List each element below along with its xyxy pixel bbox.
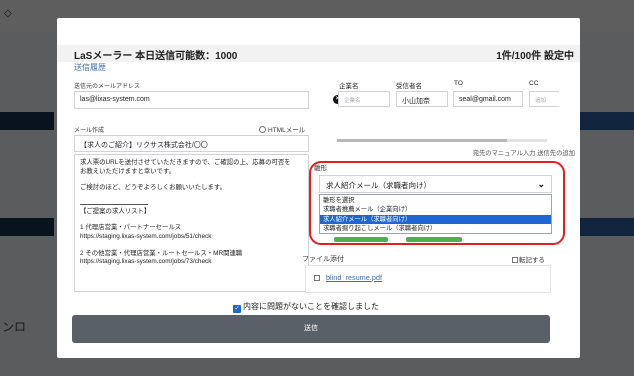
mailer-modal: LaSメーラー 本日送信可能数：1000 1件/100件 設定中 送信履歴 送信… [57, 18, 580, 358]
tenki-checkbox[interactable]: 転記する [512, 254, 545, 264]
attachment-filename[interactable]: blind_resume.pdf [326, 273, 382, 282]
tag-chip [406, 237, 462, 242]
highlight-annotation [309, 161, 565, 245]
mail-body-line [80, 193, 303, 201]
mail-body-line: ご検討のほど、どうぞよろしくお願いいたします。 [80, 184, 227, 192]
tag-chip [334, 237, 388, 242]
body-divider [80, 203, 148, 205]
sender-label: 送信元のメールアドレス [74, 84, 141, 90]
confirm-label: 内容に問題がないことを確認しました [243, 302, 379, 311]
company-input[interactable]: 企業名 [338, 91, 390, 107]
attachment-list: blind_resume.pdf [305, 265, 551, 293]
column-to: TO [454, 80, 463, 87]
column-recipient: 受信者名 [396, 83, 422, 90]
send-button[interactable]: 送信 [72, 315, 550, 343]
recipients-scrollbar-thumb[interactable] [337, 139, 507, 142]
checkbox-icon [512, 257, 518, 263]
recipient-links[interactable]: 宛先のマニュアル入力 送信先の追加 [473, 148, 575, 157]
recipient-name-input[interactable]: 小山加奈 [396, 91, 448, 107]
sender-email-field[interactable]: las@lixas-system.com [74, 91, 309, 109]
subject-field[interactable]: 【求人のご紹介】リクサス株式会社/〇〇 [74, 135, 309, 152]
html-mail-label: HTMLメール [268, 127, 306, 134]
attachment-label: ファイル添付 [302, 256, 344, 263]
html-mail-toggle[interactable]: HTMLメール [259, 124, 305, 134]
send-history-link[interactable]: 送信履歴 [74, 62, 106, 73]
mail-body-line: https://staging.lixas-system.com/jobs/51… [80, 232, 212, 240]
checkbox-icon[interactable] [314, 275, 320, 281]
column-cc: CC [529, 80, 539, 87]
mail-body-line: 2 その他営業・代理店営業・ルートセールス・MR関連職 [80, 249, 243, 257]
mail-body-line [80, 176, 303, 184]
cc-input[interactable]: 追加 [529, 91, 559, 107]
mail-body-line: 求人票のURLを送付させていただきますので、ご確認の上、応募の可否を [80, 159, 291, 166]
mail-body-line: 【ご提案の求人リスト】 [80, 207, 151, 215]
radio-icon [259, 126, 266, 133]
confirm-checkbox[interactable]: ✓ 内容に問題がないことを確認しました [233, 301, 379, 313]
modal-title: LaSメーラー 本日送信可能数：1000 [74, 51, 238, 62]
mail-body-line: お教えいただけますと幸いです。 [80, 167, 176, 175]
column-company: 企業名 [339, 83, 359, 90]
mail-body-line: 1 代理店営業・パートナーセールス [80, 224, 182, 232]
attachment-item[interactable]: blind_resume.pdf [314, 273, 382, 282]
tenki-label: 転記する [519, 257, 545, 264]
mail-body-line: https://staging.lixas-system.com/jobs/73… [80, 258, 212, 266]
to-email-input[interactable]: seal@gmail.com [453, 91, 523, 107]
compose-label: メール作成 [74, 128, 105, 134]
checkmark-icon: ✓ [233, 305, 241, 313]
send-count-status: 1件/100件 設定中 [496, 51, 574, 62]
mail-body-line [80, 242, 303, 250]
mail-body-textarea[interactable]: 求人票のURLを送付させていただきますので、ご確認の上、応募の可否を お教えいただ… [74, 154, 309, 292]
